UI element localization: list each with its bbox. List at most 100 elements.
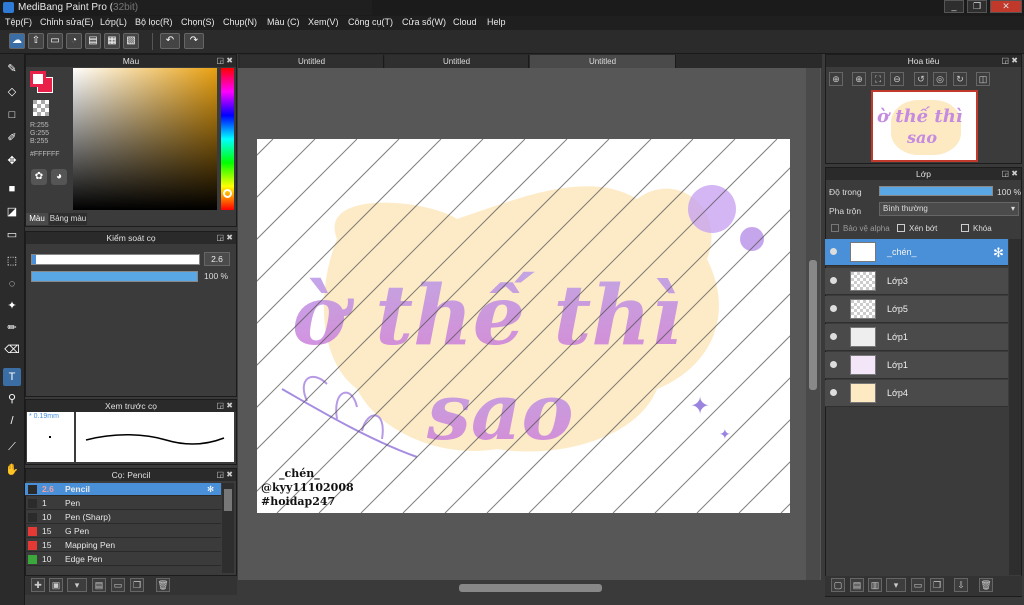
select-pen-icon[interactable]: ✏ — [3, 319, 21, 337]
layout-icon[interactable]: ▧ — [123, 33, 139, 49]
foreground-color-swatch[interactable] — [30, 71, 46, 87]
brush-size-slider[interactable] — [31, 254, 200, 265]
canvas-vertical-scrollbar[interactable] — [806, 68, 820, 580]
redo-icon[interactable]: ↷ — [184, 33, 204, 49]
duplicate-layer-icon[interactable]: ❐ — [930, 578, 944, 592]
brush-opacity-slider[interactable] — [31, 271, 198, 282]
operation-tool-icon[interactable]: ⚲ — [3, 390, 21, 408]
hand-tool-icon[interactable]: ✋ — [3, 461, 21, 479]
dot-tool-icon[interactable]: □ — [3, 106, 21, 124]
navigator-thumbnail[interactable]: ờ thế thì sao — [871, 90, 978, 162]
menu-view[interactable]: Xem(V) — [308, 17, 339, 27]
new-halftone-layer-icon[interactable]: ▤ — [850, 578, 864, 592]
layer-row[interactable]: _chén_ — [825, 239, 1008, 266]
blend-mode-select[interactable]: Bình thường ▾ — [879, 202, 1019, 216]
brush-duplicate-icon[interactable]: ❐ — [130, 578, 144, 592]
delete-layer-icon[interactable]: 🗑 — [979, 578, 993, 592]
brush-size-value[interactable]: 2.6 — [204, 252, 230, 266]
move-tool-icon[interactable]: ✥ — [3, 152, 21, 170]
zoom-in-alt-icon[interactable]: ⊕ — [852, 72, 866, 86]
reset-view-icon[interactable]: ◎ — [933, 72, 947, 86]
layer-opacity-slider[interactable] — [879, 186, 993, 196]
color-picker-icon[interactable]: ◕ — [51, 169, 67, 185]
text-tool-icon[interactable]: T — [3, 368, 21, 386]
hue-handle[interactable] — [223, 189, 232, 198]
undo-icon[interactable]: ↶ — [160, 33, 180, 49]
layer-row[interactable]: Lớp4 — [825, 380, 1008, 407]
close-button[interactable]: ✕ — [990, 0, 1022, 13]
panel-controls-icon[interactable]: ◲ ✖ — [1002, 168, 1018, 180]
menu-capture[interactable]: Chụp(N) — [223, 17, 257, 27]
add-brush-icon[interactable]: ✚ — [31, 578, 45, 592]
zoom-in-icon[interactable]: ⊕ — [829, 72, 843, 86]
palette-icon[interactable]: ✿ — [31, 169, 47, 185]
layer-menu-icon[interactable]: ▾ — [886, 578, 906, 592]
panel-controls-icon[interactable]: ◲ ✖ — [1002, 55, 1018, 67]
menu-select[interactable]: Chọn(S) — [181, 17, 215, 27]
tab-document-active[interactable]: Untitled — [530, 55, 676, 68]
shape-tool-icon[interactable]: ■ — [3, 180, 21, 198]
brush-delete-icon[interactable]: 🗑 — [156, 578, 170, 592]
brush-item[interactable]: 2.6 Pencil ✻ — [25, 483, 221, 496]
grid-icon[interactable]: ▦ — [104, 33, 120, 49]
layer-row[interactable]: Lớp1 — [825, 352, 1008, 379]
layer-row[interactable]: Lớp3 — [825, 268, 1008, 295]
new-1bit-layer-icon[interactable]: ▥ — [868, 578, 882, 592]
fit-icon[interactable]: ⛶ — [871, 72, 885, 86]
menu-window[interactable]: Cửa sổ(W) — [402, 17, 446, 27]
menu-color[interactable]: Màu (C) — [267, 17, 300, 27]
brush-copy-icon[interactable]: ▣ — [49, 578, 63, 592]
protect-alpha-checkbox[interactable] — [831, 224, 839, 232]
transparent-swatch[interactable] — [33, 100, 49, 116]
panel-controls-icon[interactable]: ◲ ✖ — [217, 55, 233, 67]
eyedropper-icon[interactable]: ⟋ — [3, 438, 21, 456]
layer-row[interactable]: Lớp5 — [825, 296, 1008, 323]
menu-cloud[interactable]: Cloud — [453, 17, 477, 27]
menu-help[interactable]: Help — [487, 17, 506, 27]
brush-menu-icon[interactable]: ▾ — [67, 578, 87, 592]
new-layer-icon[interactable]: ▢ — [831, 578, 845, 592]
rotate-left-icon[interactable]: ↺ — [914, 72, 928, 86]
tab-document[interactable]: Untitled — [240, 55, 384, 68]
brush-list-scrollbar[interactable] — [222, 483, 234, 573]
minimize-button[interactable]: _ — [944, 0, 964, 13]
tab-document[interactable]: Untitled — [385, 55, 529, 68]
fill-tool-icon[interactable]: ◪ — [3, 203, 21, 221]
lock-checkbox[interactable] — [961, 224, 969, 232]
comment-icon[interactable]: ▭ — [47, 33, 63, 49]
upload-icon[interactable]: ⇧ — [28, 33, 44, 49]
layer-settings-icon[interactable]: ✻ — [993, 245, 1004, 261]
brush-file-icon[interactable]: ▤ — [92, 578, 106, 592]
layer-scrollbar[interactable] — [1009, 239, 1021, 575]
zoom-out-icon[interactable]: ⊖ — [890, 72, 904, 86]
canvas-horizontal-scrollbar[interactable] — [238, 581, 821, 595]
gradient-tool-icon[interactable]: ▭ — [3, 226, 21, 244]
blur-tool-icon[interactable]: ✐ — [3, 129, 21, 147]
merge-layer-icon[interactable]: ⇩ — [954, 578, 968, 592]
document-icon[interactable]: ▤ — [85, 33, 101, 49]
brush-item[interactable]: 10 Pen (Sharp) — [25, 511, 221, 524]
clipping-checkbox[interactable] — [897, 224, 905, 232]
select-tool-icon[interactable]: ⬚ — [3, 252, 21, 270]
magic-wand-icon[interactable]: ✦ — [3, 297, 21, 315]
new-folder-icon[interactable]: ▭ — [911, 578, 925, 592]
divide-tool-icon[interactable]: / — [3, 412, 21, 430]
menu-tools[interactable]: Công cụ(T) — [348, 17, 393, 27]
panel-controls-icon[interactable]: ◲ ✖ — [217, 232, 233, 244]
menu-layer[interactable]: Lớp(L) — [100, 17, 127, 27]
brush-item[interactable]: 1 Pen — [25, 497, 221, 510]
chat-icon[interactable]: ◔ — [66, 33, 82, 49]
lasso-tool-icon[interactable]: ◌ — [3, 275, 21, 293]
layer-row[interactable]: Lớp1 — [825, 324, 1008, 351]
brush-tool-icon[interactable]: ✎ — [3, 60, 21, 78]
flip-icon[interactable]: ◫ — [976, 72, 990, 86]
cloud-icon[interactable]: ☁ — [9, 33, 25, 49]
brush-item[interactable]: 15 G Pen — [25, 525, 221, 538]
menu-edit[interactable]: Chỉnh sửa(E) — [40, 17, 94, 27]
maximize-button[interactable]: ❐ — [967, 0, 987, 13]
menu-filter[interactable]: Bộ lọc(R) — [135, 17, 173, 27]
brush-folder-icon[interactable]: ▭ — [111, 578, 125, 592]
tab-color[interactable]: Màu — [26, 213, 48, 225]
drawing-canvas[interactable]: ờ thế thì sao ✦ ✦ _chén_ @kyy11102008 #h… — [257, 139, 790, 513]
select-eraser-icon[interactable]: ⌫ — [3, 341, 21, 359]
